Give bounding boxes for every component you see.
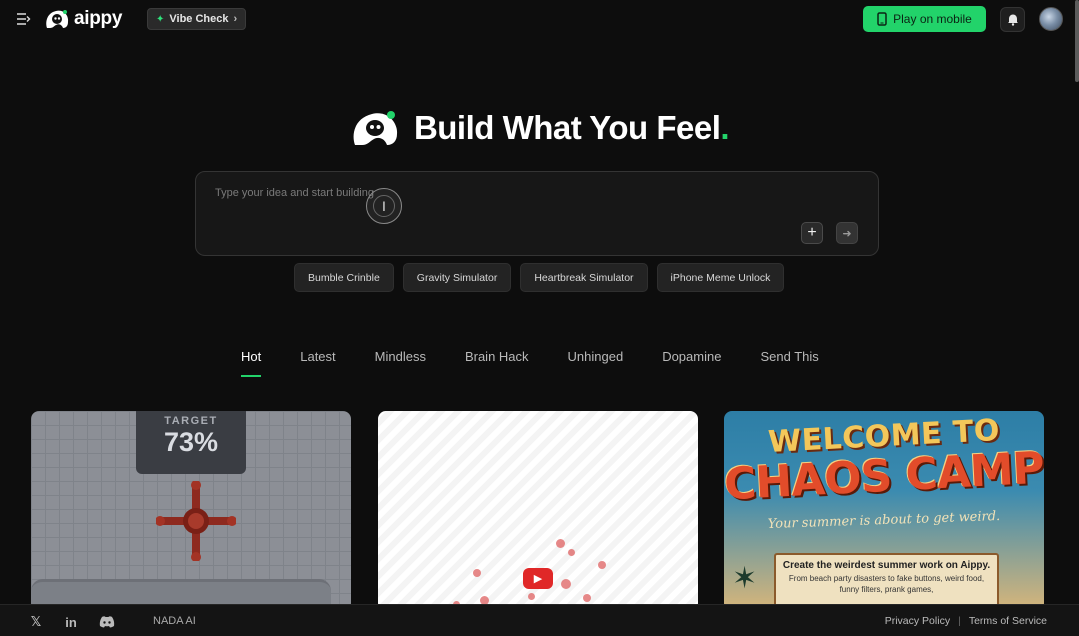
tab-brain-hack[interactable]: Brain Hack <box>465 349 529 377</box>
terms-of-service-link[interactable]: Terms of Service <box>969 615 1047 627</box>
chip-gravity-simulator[interactable]: Gravity Simulator <box>402 263 512 292</box>
category-tabs: Hot Latest Mindless Brain Hack Unhinged … <box>241 349 819 377</box>
target-label: TARGET <box>164 415 218 427</box>
game-card-valve[interactable]: TARGET 73% <box>31 411 351 611</box>
particle <box>528 593 535 600</box>
poster-info-body: From beach party disasters to fake butto… <box>788 574 985 594</box>
prompt-box: I + ➜ <box>195 171 879 256</box>
x-icon[interactable]: 𝕏 <box>28 614 44 630</box>
company-name: NADA AI <box>153 615 196 627</box>
particle <box>598 561 606 569</box>
particle <box>561 579 571 589</box>
hero-title-text: Build What You Feel <box>413 109 721 146</box>
target-panel: TARGET 73% <box>136 411 246 474</box>
sparkle-icon: ✦ <box>156 13 165 25</box>
text-cursor-icon: I <box>366 188 402 224</box>
vibe-check-button[interactable]: ✦ Vibe Check › <box>147 8 247 30</box>
hero-title: Build What You Feel. <box>413 109 730 147</box>
discord-icon[interactable] <box>99 614 115 630</box>
notifications-button[interactable] <box>1000 7 1025 32</box>
tab-latest[interactable]: Latest <box>300 349 335 377</box>
chip-heartbreak-simulator[interactable]: Heartbreak Simulator <box>520 263 648 292</box>
particle <box>556 539 565 548</box>
plus-icon: + <box>807 224 817 241</box>
footer-links: Privacy Policy | Terms of Service <box>885 615 1047 627</box>
phone-icon <box>877 12 887 26</box>
particle <box>473 569 481 577</box>
particle <box>568 549 575 556</box>
bell-icon <box>1007 14 1018 26</box>
suggestion-chips: Bumble Crinble Gravity Simulator Heartbr… <box>294 263 785 292</box>
logo[interactable]: aippy <box>44 8 122 30</box>
top-bar: aippy ✦ Vibe Check › Play on mobile <box>0 0 1079 82</box>
target-value: 73% <box>163 427 219 457</box>
linkedin-icon[interactable]: in <box>63 614 79 630</box>
add-attachment-button[interactable]: + <box>801 222 823 244</box>
hero: Build What You Feel. <box>0 108 1079 148</box>
poster-tagline: Your summer is about to get weird. <box>767 508 1001 533</box>
tab-mindless[interactable]: Mindless <box>375 349 426 377</box>
valve-icon <box>156 481 236 561</box>
play-on-mobile-button[interactable]: Play on mobile <box>863 6 986 32</box>
particle <box>583 594 591 602</box>
tab-send-this[interactable]: Send This <box>760 349 818 377</box>
avatar[interactable] <box>1039 7 1063 31</box>
chip-iphone-meme-unlock[interactable]: iPhone Meme Unlock <box>656 263 785 292</box>
scrollbar[interactable] <box>1075 0 1079 82</box>
menu-icon[interactable] <box>16 11 32 27</box>
poster-info-title: Create the weirdest summer work on Aippy… <box>782 560 991 571</box>
privacy-policy-link[interactable]: Privacy Policy <box>885 615 950 627</box>
vibe-check-label: Vibe Check <box>169 13 229 25</box>
tab-hot[interactable]: Hot <box>241 349 262 377</box>
send-button[interactable]: ➜ <box>836 222 858 244</box>
hero-title-dot: . <box>720 109 730 146</box>
idea-input[interactable] <box>215 187 775 199</box>
tab-unhinged[interactable]: Unhinged <box>568 349 624 377</box>
poster-info-box: Create the weirdest summer work on Aippy… <box>774 553 999 611</box>
game-card-chaos-camp[interactable]: WELCOME TO CHAOS CAMP Your summer is abo… <box>724 411 1044 611</box>
palm-tree-icon: ✶ <box>732 562 758 595</box>
arrow-right-icon: ➜ <box>842 227 852 240</box>
play-icon[interactable]: ▶ <box>523 568 553 589</box>
tab-dopamine[interactable]: Dopamine <box>662 349 721 377</box>
footer: 𝕏 in NADA AI Privacy Policy | Terms of S… <box>0 604 1079 636</box>
chevron-right-icon: › <box>233 13 238 25</box>
footer-separator: | <box>958 615 961 627</box>
logo-mascot-icon <box>46 10 69 28</box>
mascot-icon <box>353 111 398 145</box>
chip-bumble-crinble[interactable]: Bumble Crinble <box>294 263 394 292</box>
play-on-mobile-label: Play on mobile <box>893 12 972 26</box>
game-card-video[interactable]: ▶ <box>378 411 698 611</box>
logo-text: aippy <box>74 8 123 29</box>
